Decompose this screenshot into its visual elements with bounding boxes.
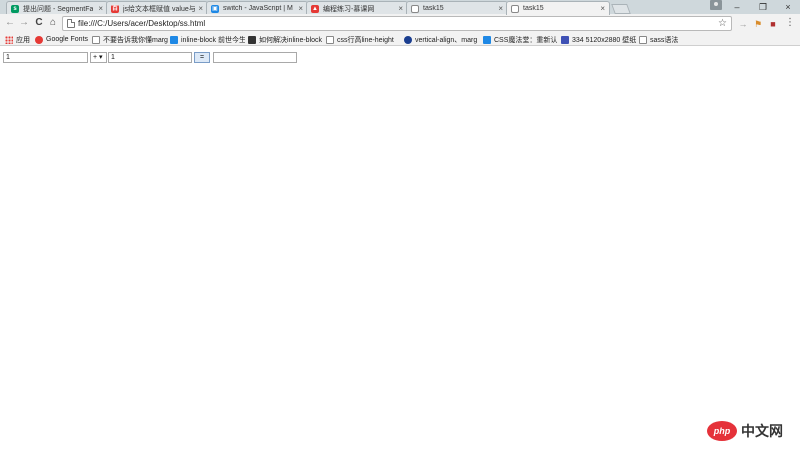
apps-grid-icon xyxy=(5,35,13,44)
operator-select[interactable]: + ▾ xyxy=(90,52,107,63)
bookmark-sass[interactable]: sass语法 xyxy=(639,34,684,45)
browser-toolbar: ← → C ⌂ file:///C:/Users/acer/Desktop/ss… xyxy=(0,14,800,33)
browser-tab-1[interactable]: s 提出问题 - SegmentFa × xyxy=(6,1,108,15)
page-icon xyxy=(326,35,334,44)
extension-flag-icon[interactable]: ⚑ xyxy=(753,19,763,29)
file-icon xyxy=(67,19,75,28)
bookmark-label: inline-block 前世今生 xyxy=(181,36,245,44)
forward-icon[interactable]: → xyxy=(18,17,30,29)
bookmark-line-height[interactable]: css行高line-height xyxy=(326,34,401,45)
operand-2-input[interactable]: 1 xyxy=(108,52,192,63)
google-fonts-icon xyxy=(35,35,43,44)
minimize-icon[interactable]: – xyxy=(724,0,750,14)
bookmark-label: vertical-align、marg xyxy=(415,36,478,44)
site-icon xyxy=(170,35,178,44)
extension-arrow-icon[interactable]: → xyxy=(738,19,748,29)
bookmark-inline-block-fix[interactable]: 如何解决inline-block xyxy=(248,34,323,45)
bookmark-css-magic[interactable]: CSS魔法堂：重新认 xyxy=(483,34,557,45)
browser-tab-5[interactable]: task15 × xyxy=(406,1,508,15)
php-cn-watermark: php 中文网 xyxy=(707,420,797,442)
address-url: file:///C:/Users/acer/Desktop/ss.html xyxy=(78,19,206,28)
browser-tab-4[interactable]: ▲ 编程练习-慕课网 × xyxy=(306,1,408,15)
close-tab-icon[interactable]: × xyxy=(600,4,605,13)
imooc-icon: ▲ xyxy=(311,5,319,13)
equals-button[interactable]: = xyxy=(194,52,210,63)
bookmark-label: 不要告诉我你懂marg xyxy=(103,36,168,44)
address-bar[interactable]: file:///C:/Users/acer/Desktop/ss.html ☆ xyxy=(62,16,732,31)
reload-icon[interactable]: C xyxy=(33,17,45,29)
bookmark-label: sass语法 xyxy=(650,36,679,44)
title-bar: s 提出问题 - SegmentFa × 百 js给文本框赋值 value与 ×… xyxy=(0,0,800,15)
page-content: 1 + ▾ 1 = xyxy=(0,47,800,450)
page-icon xyxy=(639,35,647,44)
php-logo-icon: php xyxy=(707,421,737,441)
profile-icon[interactable] xyxy=(710,0,722,10)
close-tab-icon[interactable]: × xyxy=(98,4,103,13)
back-icon[interactable]: ← xyxy=(4,17,16,29)
browser-tab-2[interactable]: 百 js给文本框赋值 value与 × xyxy=(106,1,208,15)
segmentfault-icon: s xyxy=(11,5,19,13)
result-input[interactable] xyxy=(213,52,297,63)
page-icon xyxy=(411,5,419,13)
baidu-icon: 百 xyxy=(111,5,119,13)
bookmark-label: Google Fonts xyxy=(46,36,89,43)
site-icon xyxy=(561,35,569,44)
close-tab-icon[interactable]: × xyxy=(498,4,503,13)
bookmark-label: 334 5120x2880 壁纸 xyxy=(572,36,636,44)
tab-title: 编程练习-慕课网 xyxy=(323,5,375,13)
site-icon xyxy=(248,35,256,44)
new-tab-button[interactable] xyxy=(611,4,631,14)
operand-1-input[interactable]: 1 xyxy=(3,52,88,63)
close-tab-icon[interactable]: × xyxy=(298,4,303,13)
tab-title: task15 xyxy=(523,5,544,12)
bookmark-wallpaper[interactable]: 334 5120x2880 壁纸 xyxy=(561,34,636,45)
tab-title: js给文本框赋值 value与 xyxy=(123,5,195,13)
bookmark-label: 如何解决inline-block xyxy=(259,36,323,44)
bookmark-vertical-align[interactable]: vertical-align、marg xyxy=(404,34,479,45)
page-icon xyxy=(511,5,519,13)
tab-title: task15 xyxy=(423,5,444,12)
site-icon xyxy=(483,35,491,44)
watermark-text: 中文网 xyxy=(741,423,783,439)
close-window-icon[interactable]: × xyxy=(775,0,800,14)
bookmark-label: CSS魔法堂：重新认 xyxy=(494,36,557,44)
bookmark-inline-block[interactable]: inline-block 前世今生 xyxy=(170,34,245,45)
tab-title: 提出问题 - SegmentFa xyxy=(23,5,94,13)
restore-icon[interactable]: ❐ xyxy=(750,0,776,14)
bookmark-margin-article[interactable]: 不要告诉我你懂marg xyxy=(92,34,168,45)
bookmarks-bar: 应用 Google Fonts 不要告诉我你懂marg inline-block… xyxy=(0,33,800,46)
bookmark-apps[interactable]: 应用 xyxy=(5,34,33,45)
home-icon[interactable]: ⌂ xyxy=(47,17,59,29)
bookmark-label: css行高line-height xyxy=(337,36,394,44)
site-icon xyxy=(404,35,412,44)
bookmark-star-icon[interactable]: ☆ xyxy=(718,17,727,30)
browser-tab-active[interactable]: task15 × xyxy=(506,1,610,15)
close-tab-icon[interactable]: × xyxy=(198,4,203,13)
close-tab-icon[interactable]: × xyxy=(398,4,403,13)
page-icon xyxy=(92,35,100,44)
extension-red-icon[interactable]: ■ xyxy=(768,19,778,29)
bookmark-google-fonts[interactable]: Google Fonts xyxy=(35,34,91,45)
browser-tab-3[interactable]: ▣ switch - JavaScript | M × xyxy=(206,1,308,15)
chrome-menu-icon[interactable]: ⋮ xyxy=(785,17,795,29)
bookmark-label: 应用 xyxy=(16,36,30,44)
mdn-icon: ▣ xyxy=(211,5,219,13)
tab-title: switch - JavaScript | M xyxy=(223,5,293,12)
